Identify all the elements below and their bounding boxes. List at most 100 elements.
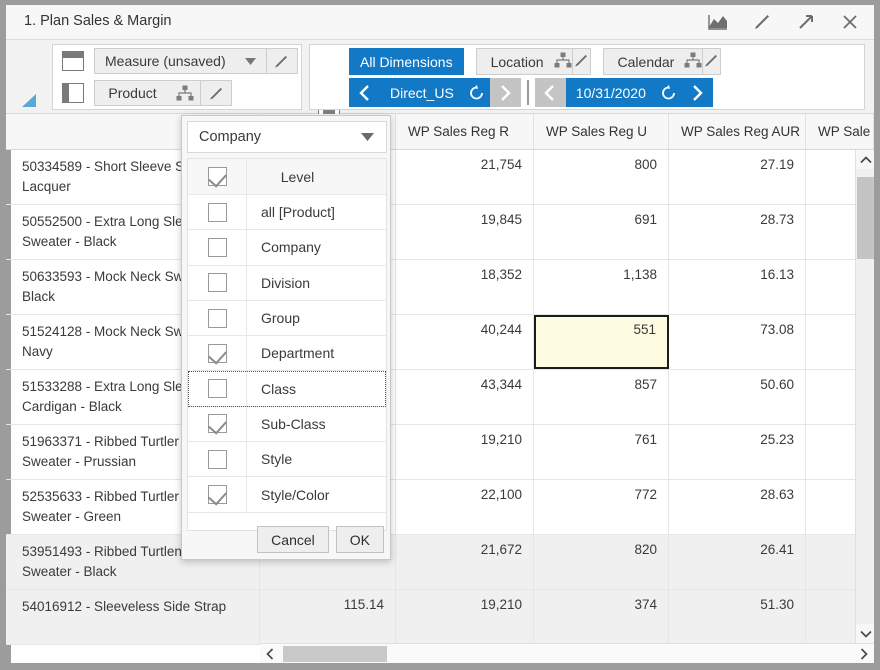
level-checkbox-cell[interactable] [188, 371, 247, 406]
cell-reg-u[interactable]: 761 [534, 425, 669, 479]
level-list-item[interactable]: Style [188, 442, 386, 478]
cell-reg-r[interactable]: 19,845 [396, 205, 534, 259]
level-checkbox[interactable] [207, 273, 227, 293]
level-checkbox[interactable] [207, 237, 227, 257]
horizontal-scrollbar[interactable] [260, 643, 874, 663]
level-checkbox-cell[interactable] [188, 230, 247, 265]
calendar-button[interactable]: Calendar [602, 48, 722, 75]
table-row[interactable]: 51963371 - Ribbed Turtler Sweater - Prus… [6, 425, 874, 480]
scroll-down-icon[interactable] [856, 624, 874, 643]
cell-reg-aur[interactable]: 50.60 [669, 370, 806, 424]
collapse-triangle-icon[interactable] [18, 90, 40, 112]
cell-reg-aur[interactable]: 28.63 [669, 480, 806, 534]
level-checkbox[interactable] [207, 379, 227, 399]
vertical-scroll-thumb[interactable] [857, 177, 874, 259]
level-checkbox[interactable] [207, 202, 227, 222]
product-button[interactable]: Product [94, 80, 232, 106]
cell-reg-r[interactable]: 40,244 [396, 315, 534, 369]
cell-reg-u[interactable]: 1,138 [534, 260, 669, 314]
measure-edit-icon[interactable] [267, 53, 297, 70]
level-checkbox[interactable] [207, 343, 227, 363]
cancel-button[interactable]: Cancel [257, 526, 329, 553]
cell-reg-r[interactable]: 21,672 [396, 535, 534, 589]
level-list-item[interactable]: Department [188, 336, 386, 372]
calendar-prev-icon[interactable] [534, 78, 566, 107]
level-list-item[interactable]: Division [188, 265, 386, 301]
edit-icon[interactable] [740, 5, 784, 39]
level-list-item[interactable]: all [Product] [188, 195, 386, 231]
ok-button[interactable]: OK [335, 526, 384, 553]
location-prev-icon[interactable] [349, 78, 380, 107]
location-button[interactable]: Location [475, 48, 591, 75]
cell-reg-u[interactable]: 374 [534, 590, 669, 644]
vertical-scrollbar[interactable] [855, 150, 874, 643]
cell-reg-u[interactable]: 551 [534, 315, 669, 369]
location-hierarchy-icon[interactable] [554, 52, 572, 71]
cell-reg-aur[interactable]: 26.41 [669, 535, 806, 589]
cell-reg-u[interactable]: 772 [534, 480, 669, 534]
horizontal-scroll-thumb[interactable] [283, 646, 387, 662]
cell-name[interactable]: 54016912 - Sleeveless Side Strap [11, 590, 260, 644]
table-row[interactable]: 51533288 - Extra Long Sle Cardigan - Bla… [6, 370, 874, 425]
cell-reg-aur[interactable]: 25.23 [669, 425, 806, 479]
all-dimensions-button[interactable]: All Dimensions [349, 48, 464, 75]
cell-reg-r[interactable]: 22,100 [396, 480, 534, 534]
level-checkbox-cell[interactable] [188, 195, 247, 230]
calendar-value[interactable]: 10/31/2020 [566, 85, 656, 101]
column-header-reg-u[interactable]: WP Sales Reg U [534, 114, 669, 149]
cell-reg-r[interactable]: 21,754 [396, 150, 534, 204]
cell-reg-aur[interactable]: 73.08 [669, 315, 806, 369]
location-next-icon[interactable] [489, 78, 521, 107]
calendar-reset-icon[interactable] [656, 84, 682, 101]
cell-reg-r[interactable]: 19,210 [396, 425, 534, 479]
cell-reg-r[interactable]: 43,344 [396, 370, 534, 424]
column-header-reg-x[interactable]: WP Sale [806, 114, 874, 149]
cell-reg-aur[interactable]: 28.73 [669, 205, 806, 259]
location-value[interactable]: Direct_US [380, 85, 464, 101]
dimension-select[interactable]: Company [187, 121, 387, 153]
cell-reg-r[interactable]: 19,210 [396, 590, 534, 644]
cell-reg-r[interactable]: 18,352 [396, 260, 534, 314]
chart-icon[interactable] [696, 5, 740, 39]
level-checkbox[interactable] [207, 449, 227, 469]
table-row[interactable]: 50633593 - Mock Neck Sw Black 18,352 1,138… [6, 260, 874, 315]
close-icon[interactable] [828, 5, 872, 39]
table-row[interactable]: 50334589 - Short Sleeve S Lacquer 21,754 8… [6, 150, 874, 205]
calendar-edit-icon[interactable] [703, 52, 720, 72]
cell-reg-u[interactable]: 857 [534, 370, 669, 424]
table-row[interactable]: 52535633 - Ribbed Turtler Sweater - Gree… [6, 480, 874, 535]
cell-reg-u[interactable]: 820 [534, 535, 669, 589]
level-list[interactable]: Level all [Product] Company Division Group De… [187, 158, 387, 531]
select-all-checkbox[interactable] [207, 167, 227, 186]
level-checkbox-cell[interactable] [188, 265, 247, 300]
cell-reg-u[interactable]: 691 [534, 205, 669, 259]
select-all-checkbox-cell[interactable] [188, 159, 247, 194]
cell-hidden[interactable]: 115.14 [260, 590, 396, 644]
level-list-item[interactable]: Company [188, 230, 386, 266]
level-checkbox[interactable] [207, 308, 227, 328]
level-list-item[interactable]: Class [188, 371, 386, 407]
product-edit-icon[interactable] [201, 85, 231, 102]
column-header-reg-aur[interactable]: WP Sales Reg AUR [669, 114, 806, 149]
cell-reg-u[interactable]: 800 [534, 150, 669, 204]
level-checkbox-cell[interactable] [188, 442, 247, 477]
calendar-next-icon[interactable] [682, 78, 713, 107]
level-checkbox-cell[interactable] [188, 406, 247, 442]
chevron-down-icon[interactable] [236, 57, 266, 65]
measure-button[interactable]: Measure (unsaved) [94, 48, 298, 74]
location-edit-icon[interactable] [573, 52, 590, 72]
cell-reg-aur[interactable]: 27.19 [669, 150, 806, 204]
table-row[interactable]: 51524128 - Mock Neck Sw Navy 40,244 551 73.… [6, 315, 874, 370]
level-checkbox-cell[interactable] [188, 300, 247, 336]
level-list-item[interactable]: Sub-Class [188, 406, 386, 443]
table-row[interactable]: 53951493 - Ribbed Turtleneck Sweater - B… [6, 535, 874, 590]
level-list-item[interactable]: Group [188, 300, 386, 337]
table-row[interactable]: 50552500 - Extra Long Sle Sweater - Blac… [6, 205, 874, 260]
column-header-reg-r[interactable]: WP Sales Reg R [396, 114, 534, 149]
chevron-down-icon[interactable] [361, 128, 386, 146]
expand-icon[interactable] [784, 5, 828, 39]
level-list-item[interactable]: Style/Color [188, 477, 386, 513]
level-checkbox[interactable] [207, 485, 227, 505]
level-checkbox-cell[interactable] [188, 336, 247, 371]
level-checkbox[interactable] [207, 414, 227, 434]
